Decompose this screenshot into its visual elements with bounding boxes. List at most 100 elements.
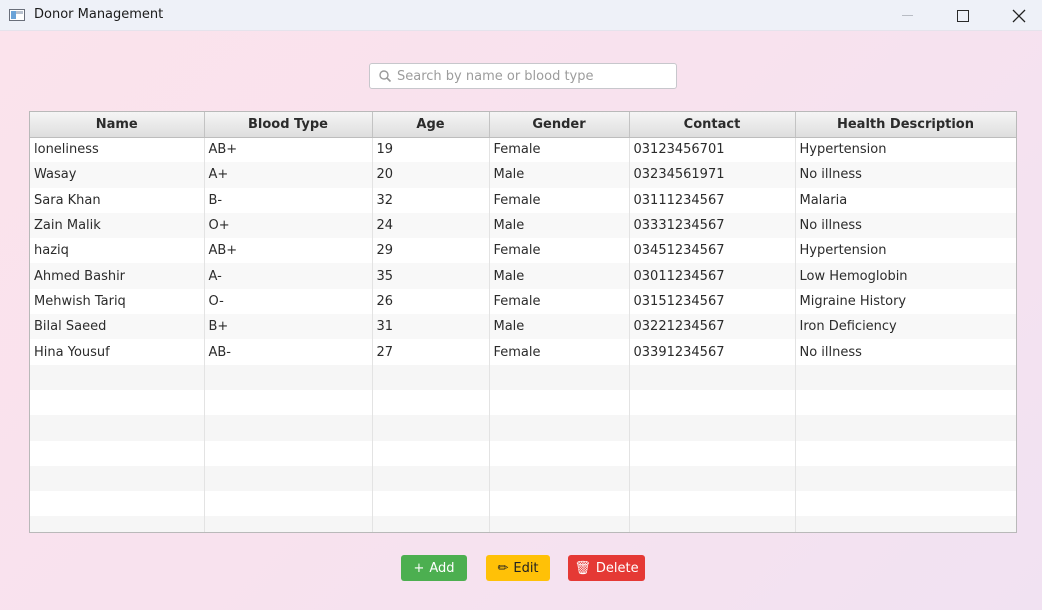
cell-health-description (795, 516, 1016, 532)
empty-table-row[interactable] (30, 465, 1016, 492)
edit-button[interactable]: ✏ Edit (486, 555, 550, 581)
column-header-health-description[interactable]: Health Description (795, 112, 1016, 138)
window-titlebar: Donor Management (0, 0, 1042, 31)
cell-health-description: No illness (795, 339, 1016, 365)
cell-health-description (795, 465, 1016, 492)
cell-name (30, 440, 205, 466)
minimize-button[interactable] (884, 0, 930, 31)
search-box[interactable] (369, 63, 677, 89)
table-row[interactable]: Zain Malik O+ 24 Male 03331234567 No illness (30, 212, 1016, 239)
cell-age (372, 364, 490, 390)
cell-blood-type: AB- (204, 339, 373, 365)
cell-gender: Male (489, 314, 630, 340)
table-row[interactable]: haziq AB+ 29 Female 03451234567 Hypertension (30, 238, 1016, 264)
table-row[interactable]: Hina Yousuf AB- 27 Female 03391234567 No illn… (30, 339, 1016, 365)
cell-blood-type: O- (204, 288, 373, 315)
cell-name: Ahmed Bashir (30, 263, 205, 289)
plus-icon: + (413, 560, 425, 576)
cell-age: 26 (372, 288, 490, 315)
cell-blood-type: A+ (204, 162, 373, 188)
close-button[interactable] (996, 0, 1042, 31)
maximize-icon (957, 9, 969, 22)
column-header-age[interactable]: Age (372, 112, 490, 138)
table-row[interactable]: Mehwish Tariq O- 26 Female 03151234567 Migrai… (30, 288, 1016, 315)
pencil-icon: ✏ (497, 560, 509, 576)
table-row[interactable]: Sara Khan B- 32 Female 03111234567 Malaria (30, 187, 1016, 213)
delete-button[interactable]: 🗑 Delete (568, 555, 645, 581)
cell-name: Hina Yousuf (30, 339, 205, 365)
empty-table-row[interactable] (30, 440, 1016, 466)
cell-gender: Male (489, 263, 630, 289)
cell-health-description (795, 389, 1016, 416)
cell-age: 27 (372, 339, 490, 365)
empty-table-row[interactable] (30, 516, 1016, 532)
cell-contact (629, 465, 796, 492)
cell-health-description: No illness (795, 162, 1016, 188)
cell-contact (629, 364, 796, 390)
cell-gender: Female (489, 288, 630, 315)
cell-blood-type (204, 440, 373, 466)
cell-contact: 03151234567 (629, 288, 796, 315)
column-header-contact[interactable]: Contact (629, 112, 796, 138)
column-header-gender[interactable]: Gender (489, 112, 630, 138)
search-icon (379, 70, 392, 83)
cell-contact: 03221234567 (629, 314, 796, 340)
cell-gender (489, 364, 630, 390)
cell-age (372, 415, 490, 441)
cell-blood-type: AB+ (204, 238, 373, 264)
minimize-icon (901, 15, 913, 16)
cell-contact: 03451234567 (629, 238, 796, 264)
cell-name: haziq (30, 238, 205, 264)
cell-age: 19 (372, 137, 490, 163)
maximize-button[interactable] (940, 0, 986, 31)
cell-blood-type: AB+ (204, 137, 373, 163)
empty-table-row[interactable] (30, 415, 1016, 441)
column-header-blood-type[interactable]: Blood Type (204, 112, 373, 138)
empty-table-row[interactable] (30, 389, 1016, 416)
cell-health-description: Low Hemoglobin (795, 263, 1016, 289)
cell-name (30, 491, 205, 517)
cell-name (30, 516, 205, 532)
donor-table[interactable]: Name Blood Type Age Gender Contact Healt… (29, 111, 1017, 533)
cell-gender: Female (489, 238, 630, 264)
cell-name: Wasay (30, 162, 205, 188)
table-row[interactable]: Wasay A+ 20 Male 03234561971 No illness (30, 162, 1016, 188)
cell-contact: 03123456701 (629, 137, 796, 163)
cell-health-description: Migraine History (795, 288, 1016, 315)
cell-age (372, 516, 490, 532)
cell-name: Mehwish Tariq (30, 288, 205, 315)
add-button[interactable]: + Add (401, 555, 467, 581)
search-input[interactable] (397, 65, 667, 87)
table-row[interactable]: loneliness AB+ 19 Female 03123456701 Hyperten… (30, 137, 1016, 163)
table-row[interactable]: Ahmed Bashir A- 35 Male 03011234567 Low Hemog… (30, 263, 1016, 289)
cell-gender: Male (489, 162, 630, 188)
cell-gender (489, 491, 630, 517)
cell-gender: Male (489, 212, 630, 239)
empty-table-row[interactable] (30, 491, 1016, 517)
cell-blood-type (204, 415, 373, 441)
column-header-name[interactable]: Name (30, 112, 205, 138)
cell-health-description (795, 491, 1016, 517)
cell-contact (629, 389, 796, 416)
cell-age: 32 (372, 187, 490, 213)
empty-table-row[interactable] (30, 364, 1016, 390)
cell-contact (629, 415, 796, 441)
trash-icon: 🗑 (574, 560, 591, 576)
cell-gender: Female (489, 187, 630, 213)
cell-blood-type (204, 516, 373, 532)
cell-blood-type (204, 491, 373, 517)
table-row[interactable]: Bilal Saeed B+ 31 Male 03221234567 Iron Defic… (30, 314, 1016, 340)
cell-age: 31 (372, 314, 490, 340)
cell-blood-type (204, 465, 373, 492)
cell-health-description: No illness (795, 212, 1016, 239)
cell-name: Zain Malik (30, 212, 205, 239)
cell-blood-type (204, 389, 373, 416)
cell-blood-type (204, 364, 373, 390)
table-header-row: Name Blood Type Age Gender Contact Healt… (30, 112, 1016, 138)
cell-contact (629, 491, 796, 517)
cell-health-description: Iron Deficiency (795, 314, 1016, 340)
cell-age: 29 (372, 238, 490, 264)
cell-contact: 03234561971 (629, 162, 796, 188)
delete-button-label: Delete (595, 560, 639, 576)
cell-age: 20 (372, 162, 490, 188)
